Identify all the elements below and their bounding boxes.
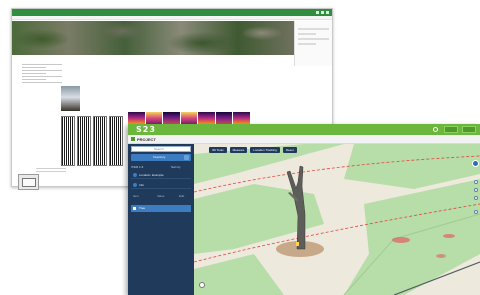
window-controls[interactable]	[316, 11, 329, 14]
panel-line	[298, 28, 329, 30]
list-item[interactable]: Info	[131, 181, 191, 189]
tomography-images[interactable]	[61, 116, 123, 166]
tomography-image[interactable]	[61, 116, 75, 166]
attribute-row[interactable]: Item Value Edit	[131, 192, 191, 200]
filter-icon[interactable]	[184, 155, 189, 160]
marker-ellipse	[392, 237, 410, 243]
cell: Value	[157, 194, 165, 198]
report-footer	[36, 166, 66, 174]
zoom-out-icon[interactable]	[474, 188, 478, 192]
header-button[interactable]	[462, 126, 476, 133]
3d-map-view[interactable]	[194, 144, 480, 295]
project-name[interactable]: PROJECT	[137, 136, 156, 143]
tomography-image[interactable]	[93, 116, 107, 166]
attribute-row	[22, 73, 46, 74]
project-bar: PROJECT	[128, 135, 480, 144]
tab-label: Inventory	[153, 155, 166, 159]
search-input[interactable]: Search	[131, 146, 191, 152]
attribute-row	[22, 64, 62, 65]
attribute-row	[22, 82, 62, 83]
marker-ellipse	[436, 254, 446, 258]
3d-tools-button[interactable]: 3D Tools	[209, 147, 227, 153]
measure-button[interactable]: Measure	[229, 147, 248, 153]
panel-line	[298, 33, 316, 35]
attribute-row	[22, 76, 62, 77]
selected-object-label: Tree	[139, 206, 146, 210]
tree-tag[interactable]	[296, 242, 299, 246]
list-item-label: Info	[139, 183, 145, 187]
zoom-in-icon[interactable]	[474, 180, 478, 184]
tree-icon	[133, 207, 136, 210]
aerial-map-image[interactable]	[12, 21, 294, 55]
footer-line	[36, 168, 66, 169]
user-icon[interactable]	[433, 127, 438, 132]
document-thumbnail[interactable]	[18, 174, 39, 190]
report-titlebar	[12, 9, 332, 16]
attribute-row	[22, 70, 62, 71]
sort-control[interactable]: Sort by	[171, 165, 181, 169]
app-header: S23	[128, 124, 480, 135]
info-icon	[133, 183, 137, 187]
minimize-icon[interactable]	[316, 11, 319, 14]
viewer-window: S23 PROJECT Search Inventory ITEM 1-6 So…	[128, 124, 480, 295]
reset-button[interactable]: Reset	[282, 147, 297, 153]
marker-ellipse	[443, 234, 455, 238]
zoom-control[interactable]	[472, 160, 479, 167]
sidebar: Search Inventory ITEM 1-6 Sort by Locati…	[128, 144, 194, 295]
document-preview	[22, 178, 36, 187]
app-logo: S23	[136, 125, 156, 134]
map-options-panel	[294, 21, 332, 66]
selected-object[interactable]: Tree	[131, 205, 191, 212]
footer-line	[36, 171, 66, 172]
attribute-row	[22, 67, 46, 68]
tomography-image[interactable]	[77, 116, 91, 166]
cell: Item	[133, 194, 139, 198]
edit-link[interactable]: Edit	[179, 192, 184, 200]
tomography-image[interactable]	[109, 116, 123, 166]
panel-title	[295, 21, 332, 25]
header-button[interactable]	[444, 126, 458, 133]
search-placeholder: Search	[154, 147, 164, 151]
tree-photo-thumbnail[interactable]	[61, 86, 80, 111]
maximize-icon[interactable]	[321, 11, 324, 14]
close-icon[interactable]	[326, 11, 329, 14]
3d-scene[interactable]	[194, 144, 480, 295]
sidebar-tab[interactable]: Inventory	[131, 154, 191, 161]
list-item-label: Location: Example	[139, 173, 164, 177]
list-item[interactable]: Location: Example	[131, 171, 191, 179]
attribute-list	[22, 62, 62, 85]
compass-icon[interactable]	[199, 282, 205, 288]
project-icon	[131, 137, 135, 141]
layers-icon[interactable]	[474, 196, 478, 200]
location-tracking-button[interactable]: Location Tracking	[250, 147, 280, 153]
list-count: ITEM 1-6	[131, 165, 144, 169]
location-icon	[133, 173, 137, 177]
map-toolbar: 3D Tools Measure Location Tracking Reset	[209, 147, 297, 153]
fullscreen-icon[interactable]	[474, 210, 478, 214]
report-subbar	[12, 16, 332, 20]
panel-line	[298, 38, 329, 40]
attribute-row	[22, 79, 46, 80]
panel-line	[298, 43, 316, 45]
